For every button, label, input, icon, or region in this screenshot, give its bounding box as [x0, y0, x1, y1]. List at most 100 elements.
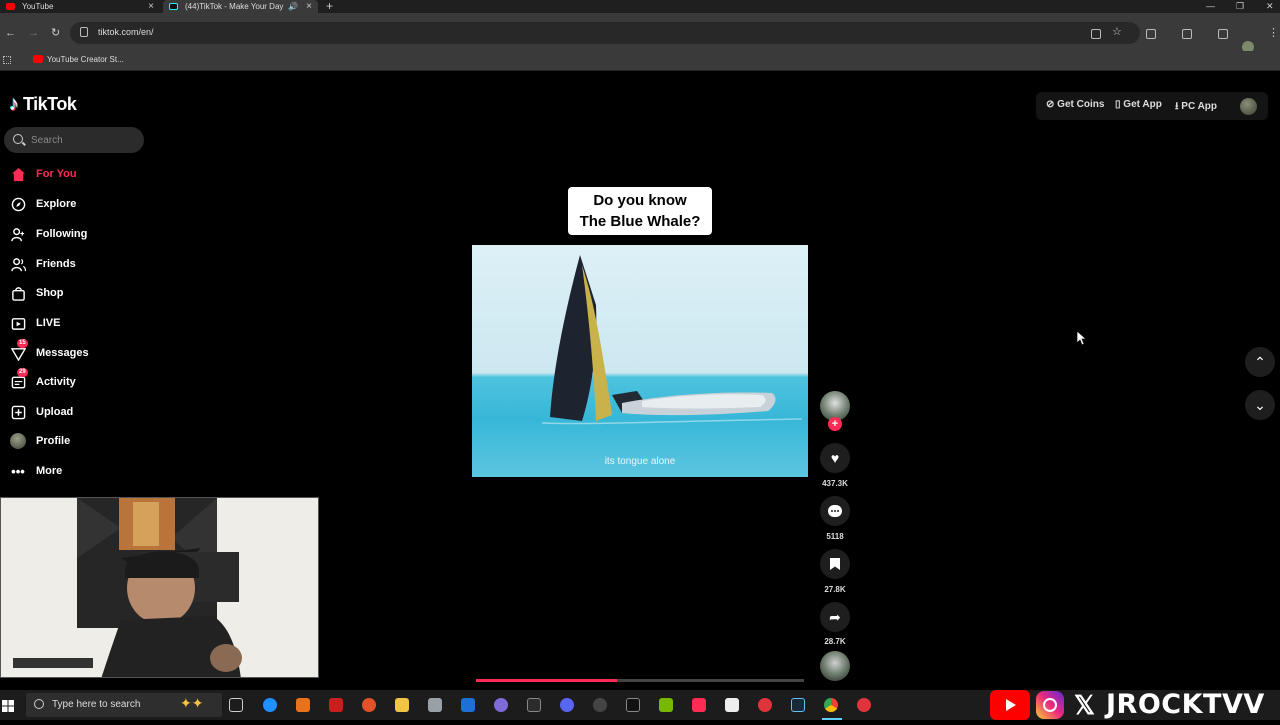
windows-start-icon[interactable] [2, 699, 14, 712]
tab-title: YouTube [22, 2, 54, 11]
address-bar[interactable]: tiktok.com/en/ [70, 22, 1140, 44]
media-control-icon[interactable] [1218, 29, 1228, 39]
user-avatar[interactable] [1240, 98, 1257, 115]
extensions-icon[interactable] [1146, 29, 1156, 39]
close-window-icon[interactable]: ✕ [1266, 0, 1274, 12]
outlook-icon[interactable] [461, 698, 475, 712]
epic-games-icon[interactable] [527, 698, 541, 712]
messages-badge: 15 [17, 339, 28, 348]
app-orange-icon[interactable] [296, 698, 310, 712]
apps-grid-icon[interactable] [3, 56, 11, 64]
sidebar-item-following[interactable]: Following [10, 224, 87, 244]
sidebar-item-label: Profile [36, 435, 71, 447]
sidebar-item-label: Upload [36, 406, 74, 418]
bookmark-star-icon[interactable]: ☆ [1112, 26, 1122, 38]
close-tab-icon[interactable]: × [306, 0, 312, 13]
pc-app-button[interactable]: ⭳ PC App [1175, 99, 1217, 116]
get-app-label: Get App [1123, 99, 1162, 110]
youtube-favicon-icon [6, 3, 15, 10]
comment-button[interactable] [820, 496, 850, 526]
previous-video-button[interactable]: ⌃ [1245, 347, 1275, 377]
home-icon [10, 166, 26, 182]
share-button[interactable]: ➦ [820, 602, 850, 632]
task-view-icon[interactable] [229, 698, 243, 712]
sidebar-item-live[interactable]: LIVE [10, 313, 60, 333]
chrome-icon[interactable] [824, 698, 838, 712]
site-info-icon[interactable] [80, 27, 88, 37]
unity-icon[interactable] [626, 698, 640, 712]
video-progress-fill [476, 679, 618, 682]
speaker-icon[interactable]: 🔊 [288, 0, 298, 13]
forward-icon[interactable]: → [28, 27, 39, 39]
app-white-icon[interactable] [725, 698, 739, 712]
sidebar-item-friends[interactable]: Friends [10, 254, 76, 274]
install-app-icon[interactable] [1091, 29, 1101, 39]
sidebar-item-messages[interactable]: 15 Messages [10, 339, 89, 363]
tab-title: (44)TikTok - Make Your Day [185, 2, 284, 11]
restore-icon[interactable]: ❐ [1236, 0, 1244, 12]
copilot-icon[interactable] [494, 698, 508, 712]
next-video-button[interactable]: ⌄ [1245, 390, 1275, 420]
video-player[interactable]: its tongue alone [472, 245, 808, 477]
tab-tiktok[interactable]: (44)TikTok - Make Your Day 🔊 × [163, 0, 318, 13]
header-actions: ⊘ Get Coins ▯ Get App ⭳ PC App [1036, 92, 1268, 120]
browser-menu-icon[interactable]: ⋮ [1268, 27, 1279, 39]
new-tab-button[interactable]: + [326, 0, 333, 12]
search-icon[interactable] [13, 134, 23, 144]
channel-watermark: JROCKTVV [1106, 689, 1265, 720]
reload-icon[interactable]: ↻ [51, 27, 60, 39]
sidebar-item-label: LIVE [36, 317, 61, 329]
get-app-button[interactable]: ▯ Get App [1115, 99, 1162, 110]
youtube-studio-icon [33, 55, 43, 63]
activity-icon: 29 [10, 368, 28, 390]
sidebar-item-upload[interactable]: Upload [10, 402, 73, 422]
tab-youtube[interactable]: YouTube × [0, 0, 160, 13]
more-icon: ••• [11, 463, 25, 479]
back-icon[interactable]: ← [5, 27, 16, 39]
upload-icon [10, 404, 26, 420]
close-tab-icon[interactable]: × [148, 0, 154, 13]
app-gray-icon[interactable] [428, 698, 442, 712]
app-round-red-icon[interactable] [362, 698, 376, 712]
creative-cloud-icon[interactable] [758, 698, 772, 712]
like-count: 437.3K [822, 479, 848, 488]
get-coins-label: Get Coins [1057, 99, 1105, 110]
search-bar[interactable] [4, 127, 144, 153]
video-progress-bar[interactable] [476, 679, 804, 682]
nvidia-icon[interactable] [659, 698, 673, 712]
bookmarks-bar: YouTube Creator St... [0, 51, 1280, 71]
sidebar-item-for-you[interactable]: For You [10, 164, 77, 184]
sidebar-item-profile[interactable]: Profile [10, 431, 70, 451]
pc-app-label: PC App [1181, 101, 1218, 112]
sidebar-item-label: Following [36, 228, 88, 240]
side-panel-icon[interactable] [1182, 29, 1192, 39]
get-coins-button[interactable]: ⊘ Get Coins [1046, 99, 1104, 110]
obs-icon[interactable] [593, 698, 607, 712]
sidebar-item-shop[interactable]: Shop [10, 283, 64, 303]
share-icon: ➦ [829, 608, 841, 625]
edge-icon[interactable] [263, 698, 277, 712]
taskbar-search[interactable]: Type here to search ✦✦ [26, 693, 222, 717]
caption-line-2: The Blue Whale? [579, 213, 701, 230]
phone-icon: ▯ [1115, 99, 1121, 110]
adobe-icon[interactable] [857, 698, 871, 712]
search-icon [34, 699, 44, 709]
discord-icon[interactable] [560, 698, 574, 712]
sidebar-item-activity[interactable]: 29 Activity [10, 368, 76, 392]
minimize-icon[interactable]: — [1206, 0, 1215, 12]
save-button[interactable] [820, 549, 850, 579]
x-logo-icon: 𝕏 [1074, 690, 1095, 720]
music-disc[interactable] [820, 651, 850, 681]
file-explorer-icon[interactable] [395, 698, 409, 712]
follow-button[interactable]: + [828, 417, 842, 431]
app-red-icon[interactable] [329, 698, 343, 712]
sidebar-item-explore[interactable]: Explore [10, 194, 76, 214]
sidebar-item-more[interactable]: ••• More [10, 461, 62, 481]
tiktok-logo[interactable]: ♪ TikTok [9, 93, 77, 115]
bookmark-youtube-creator[interactable]: YouTube Creator St... [47, 55, 124, 64]
tiktok-taskbar-icon[interactable] [692, 698, 706, 712]
search-input[interactable] [31, 132, 136, 148]
browser-toolbar: ← → ↻ tiktok.com/en/ ☆ ⋮ [0, 13, 1280, 53]
like-button[interactable]: ♥ [820, 443, 850, 473]
steam-icon[interactable] [791, 698, 805, 712]
